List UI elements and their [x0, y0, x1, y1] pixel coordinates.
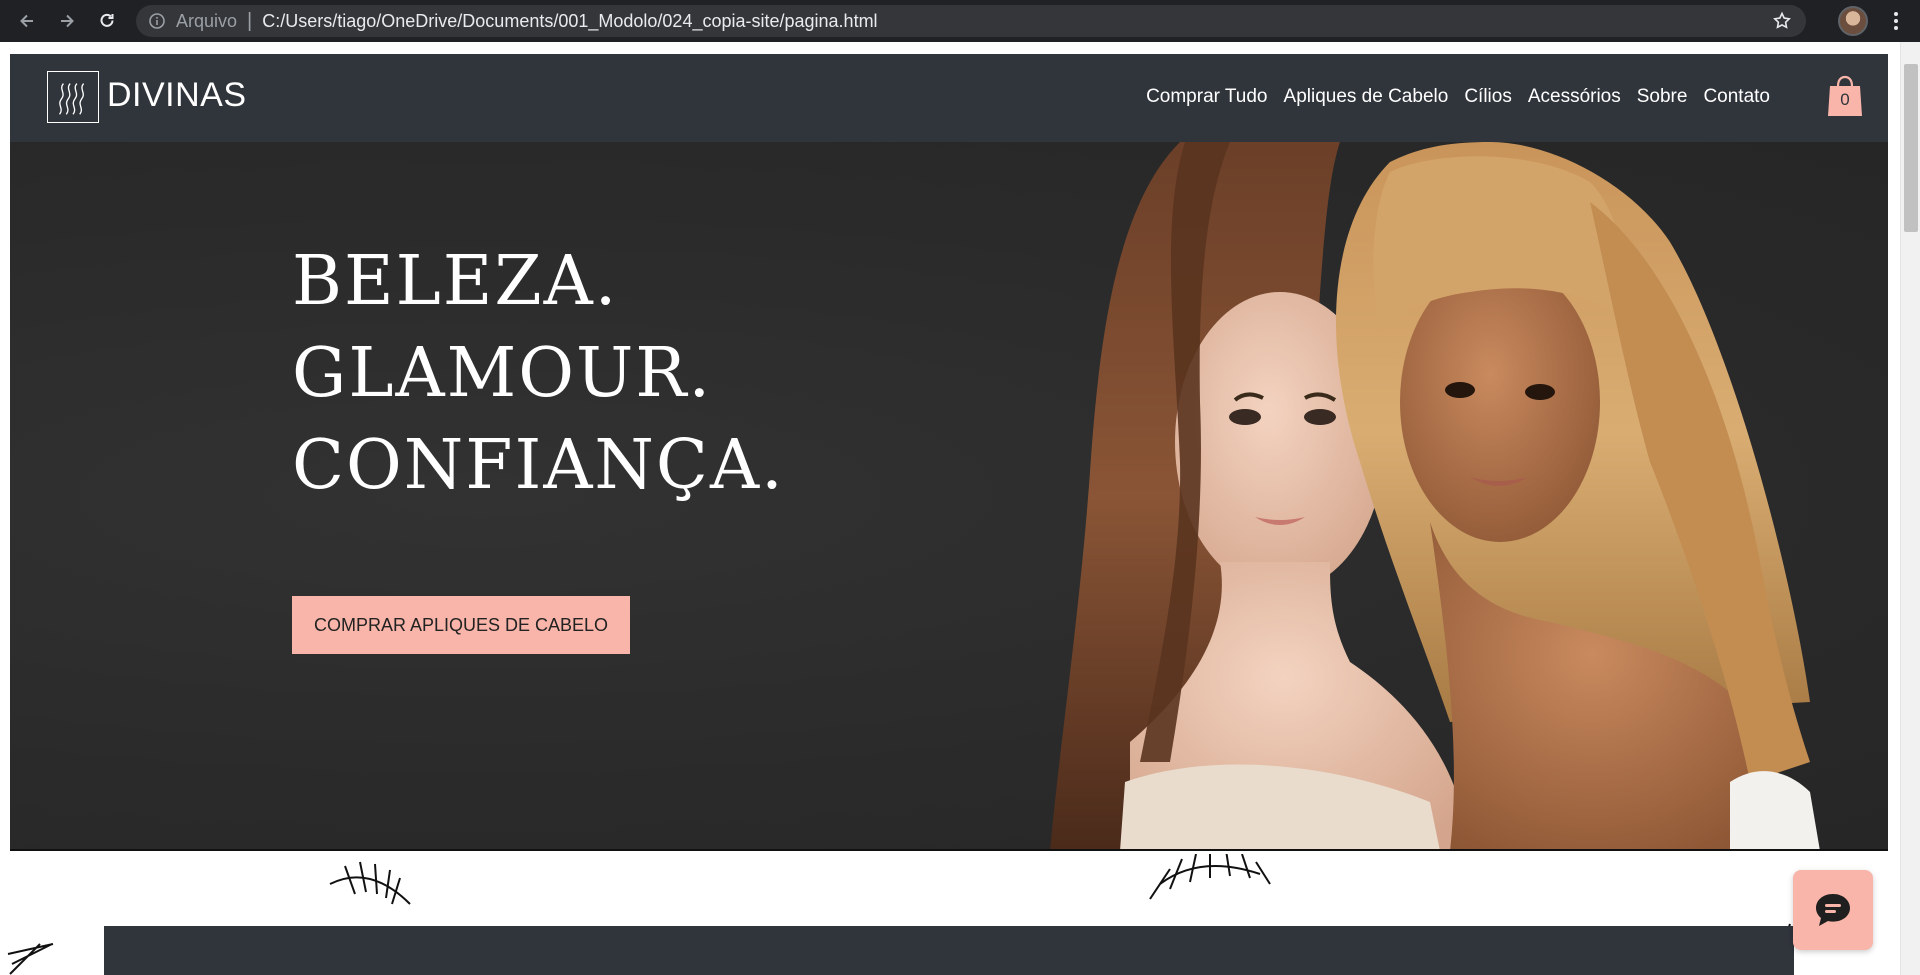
profile-avatar[interactable]	[1838, 6, 1868, 36]
forward-button[interactable]	[50, 4, 84, 38]
shop-hair-extensions-button[interactable]: COMPRAR APLIQUES DE CABELO	[292, 596, 630, 654]
chat-bubble-icon	[1816, 894, 1850, 926]
info-icon[interactable]	[148, 12, 166, 30]
url-text[interactable]: C:/Users/tiago/OneDrive/Documents/001_Mo…	[262, 11, 877, 32]
browser-toolbar: Arquivo | C:/Users/tiago/OneDrive/Docume…	[0, 0, 1920, 42]
more-menu-icon[interactable]	[1886, 10, 1906, 32]
hero-heading-line: CONFIANÇA.	[292, 426, 785, 505]
nav-acessorios[interactable]: Acessórios	[1528, 86, 1621, 108]
chat-button[interactable]	[1793, 870, 1873, 950]
vertical-scrollbar[interactable]	[1900, 42, 1920, 975]
omnibox-divider: |	[247, 9, 253, 32]
cart-button[interactable]: 0	[1826, 74, 1864, 118]
back-arrow-icon	[20, 14, 33, 28]
scheme-label: Arquivo	[176, 10, 238, 31]
logo-icon[interactable]	[47, 71, 99, 123]
address-bar[interactable]: Arquivo | C:/Users/tiago/OneDrive/Docume…	[136, 5, 1806, 37]
hero-heading-line: BELEZA.	[292, 242, 619, 321]
hero-heading-line: GLAMOUR.	[292, 334, 713, 413]
nav-cilios[interactable]: Cílios	[1464, 86, 1512, 108]
nav-sobre[interactable]: Sobre	[1637, 86, 1688, 108]
site-header: DIVINAS Comprar Tudo Apliques de Cabelo …	[10, 54, 1888, 142]
reload-button[interactable]	[90, 4, 124, 38]
nav-contato[interactable]: Contato	[1703, 86, 1770, 108]
forward-arrow-icon	[61, 14, 74, 28]
hero-models-photo	[1050, 142, 1820, 849]
hero-banner: BELEZA. GLAMOUR. CONFIANÇA. COMPRAR APLI…	[10, 142, 1888, 851]
scrollbar-thumb[interactable]	[1904, 64, 1918, 232]
back-button[interactable]	[10, 4, 44, 38]
main-nav: Comprar Tudo Apliques de Cabelo Cílios A…	[1146, 86, 1770, 108]
nav-comprar-tudo[interactable]: Comprar Tudo	[1146, 86, 1267, 108]
dark-content-band	[104, 926, 1794, 975]
page-viewport: DIVINAS Comprar Tudo Apliques de Cabelo …	[0, 42, 1920, 975]
cart-count: 0	[1840, 90, 1850, 109]
nav-apliques-de-cabelo[interactable]: Apliques de Cabelo	[1284, 86, 1449, 108]
reload-icon	[100, 13, 114, 27]
brand-name[interactable]: DIVINAS	[107, 76, 247, 115]
star-icon[interactable]	[1772, 11, 1792, 31]
